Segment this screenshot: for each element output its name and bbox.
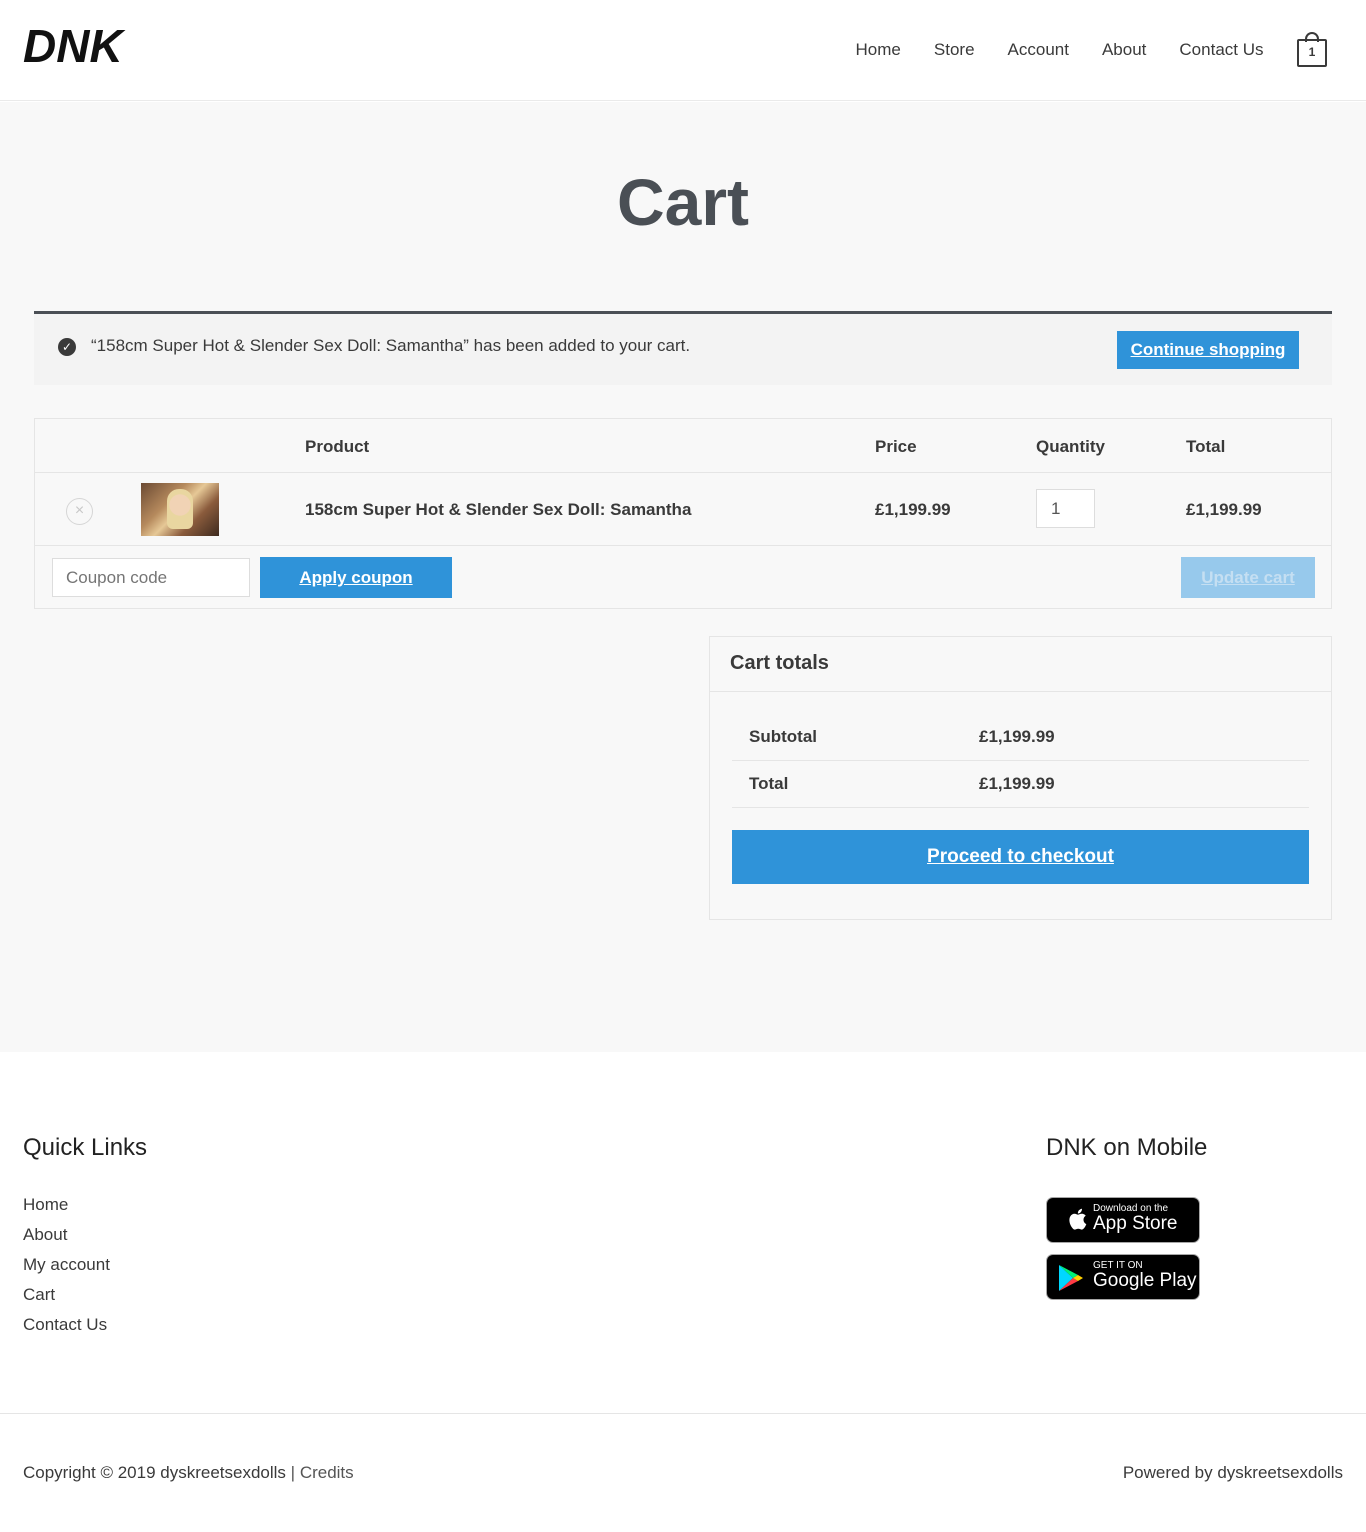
continue-shopping-button[interactable]: Continue shopping — [1117, 331, 1299, 369]
quick-links-list: Home About My account Cart Contact Us — [23, 1190, 110, 1340]
header-total: Total — [1186, 437, 1226, 456]
google-play-badge[interactable]: GET IT ON Google Play — [1046, 1254, 1200, 1300]
product-thumbnail[interactable] — [141, 483, 219, 536]
footer-link-my-account[interactable]: My account — [23, 1250, 110, 1280]
added-to-cart-notice: ✓ “158cm Super Hot & Slender Sex Doll: S… — [34, 311, 1332, 385]
mobile-title: DNK on Mobile — [1046, 1134, 1208, 1161]
nav-about[interactable]: About — [1085, 38, 1162, 62]
thumbnail-figure — [167, 489, 193, 529]
quick-links-title: Quick Links — [23, 1134, 148, 1161]
site-header: DNK Home Store Account About Contact Us … — [0, 0, 1366, 101]
footer-divider — [0, 1413, 1366, 1414]
remove-item-icon[interactable]: × — [66, 498, 93, 525]
total-value: £1,199.99 — [979, 774, 1055, 793]
cart-count: 1 — [1308, 45, 1316, 59]
nav-store[interactable]: Store — [917, 38, 991, 62]
cart-table: Product Price Quantity Total × 158cm Sup… — [34, 418, 1332, 609]
cart-bag-icon[interactable]: 1 — [1296, 32, 1328, 68]
total-label: Total — [749, 774, 789, 793]
apply-coupon-button[interactable]: Apply coupon — [260, 557, 452, 598]
copyright-separator: | — [285, 1463, 300, 1482]
apple-icon — [1069, 1208, 1087, 1230]
powered-by: Powered by dyskreetsexdolls — [1122, 1463, 1343, 1482]
google-play-big-text: Google Play — [1093, 1270, 1197, 1291]
header-divider — [35, 472, 1331, 473]
site-footer: Quick Links Home About My account Cart C… — [0, 1052, 1366, 1532]
product-price: £1,199.99 — [875, 500, 951, 519]
header-price: Price — [875, 437, 917, 456]
footer-link-contact[interactable]: Contact Us — [23, 1310, 110, 1340]
product-subtotal: £1,199.99 — [1186, 500, 1262, 519]
subtotal-value: £1,199.99 — [979, 727, 1055, 746]
subtotal-label: Subtotal — [749, 727, 817, 746]
credits-link[interactable]: Credits — [300, 1463, 354, 1482]
dnk-logo[interactable]: DNK — [23, 22, 153, 78]
app-store-big-text: App Store — [1093, 1213, 1178, 1234]
coupon-code-input[interactable]: Coupon code — [52, 558, 250, 597]
copyright: Copyright © 2019 dyskreetsexdolls | Cred… — [23, 1463, 354, 1483]
update-cart-button[interactable]: Update cart — [1181, 557, 1315, 598]
notice-message: “158cm Super Hot & Slender Sex Doll: Sam… — [91, 336, 691, 355]
product-name-link[interactable]: 158cm Super Hot & Slender Sex Doll: Sama… — [305, 500, 691, 520]
nav-contact[interactable]: Contact Us — [1163, 38, 1280, 62]
copyright-text: Copyright © 2019 dyskreetsexdolls — [23, 1463, 286, 1482]
header-quantity: Quantity — [1036, 437, 1105, 456]
main-content: Cart ✓ “158cm Super Hot & Slender Sex Do… — [0, 102, 1366, 1052]
subtotal-row: Subtotal £1,199.99 — [732, 714, 1309, 761]
row-divider — [35, 545, 1331, 546]
google-play-icon — [1059, 1265, 1083, 1291]
nav-account[interactable]: Account — [991, 38, 1085, 62]
footer-link-cart[interactable]: Cart — [23, 1280, 110, 1310]
nav-home[interactable]: Home — [839, 38, 917, 62]
app-store-badge[interactable]: Download on the App Store — [1046, 1197, 1200, 1243]
check-circle-icon: ✓ — [58, 338, 76, 356]
cart-totals: Cart totals Subtotal £1,199.99 Total £1,… — [709, 636, 1332, 920]
header-product: Product — [305, 437, 370, 456]
svg-text:DNK: DNK — [23, 22, 125, 72]
cart-totals-title: Cart totals — [710, 637, 1331, 692]
footer-link-about[interactable]: About — [23, 1220, 110, 1250]
total-row: Total £1,199.99 — [732, 761, 1309, 808]
footer-link-home[interactable]: Home — [23, 1190, 110, 1220]
main-nav: Home Store Account About Contact Us — [839, 38, 1280, 62]
page-title: Cart — [616, 165, 750, 239]
proceed-to-checkout-button[interactable]: Proceed to checkout — [732, 830, 1309, 884]
quantity-input[interactable]: 1 — [1036, 489, 1095, 528]
